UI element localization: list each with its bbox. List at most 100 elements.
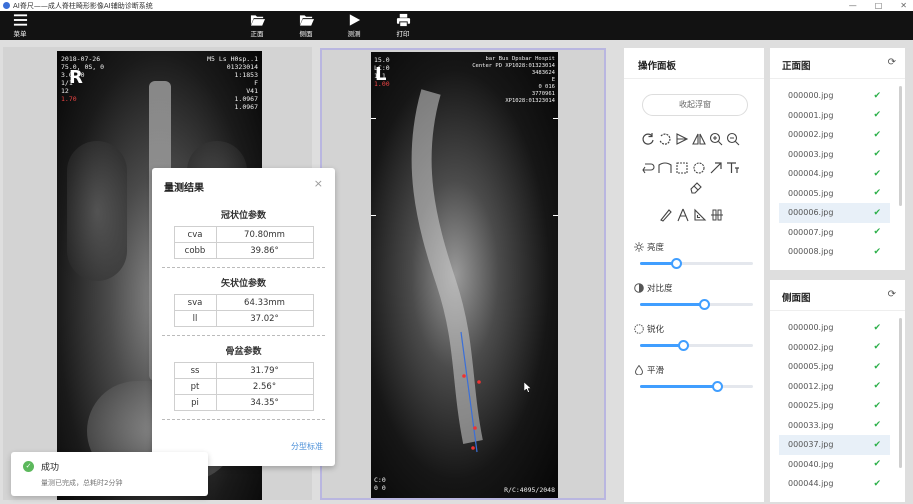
- compass-icon[interactable]: [676, 208, 690, 222]
- zoom-in-icon[interactable]: [709, 132, 723, 146]
- file-name: 000000.jpg: [788, 323, 834, 333]
- dialog-body: 冠状位参数 cva 70.80mm cobb 39.86° 矢状位参数 sva 64.33mm…: [152, 200, 335, 420]
- maximize-button[interactable]: □: [875, 0, 883, 11]
- file-list-item[interactable]: 000003.jpg ✔: [779, 145, 890, 165]
- ruler-tick: [371, 215, 376, 216]
- front-orientation-marker: R: [69, 67, 83, 88]
- file-list-item[interactable]: 000000.jpg ✔: [779, 318, 890, 338]
- dashed-divider: [162, 267, 325, 268]
- arrow-tool-icon[interactable]: [709, 161, 723, 175]
- param-table: sva 64.33mm ll 37.02°: [173, 294, 314, 327]
- rotate-ccw-icon[interactable]: [658, 132, 672, 146]
- flip-horizontal-icon[interactable]: [692, 132, 706, 146]
- sharpen-icon: [634, 324, 644, 334]
- file-list-item[interactable]: 000037.jpg ✔: [779, 435, 890, 455]
- file-list-item[interactable]: 000006.jpg ✔: [779, 203, 890, 223]
- operation-panel: 操作面板 收起浮窗 亮度 对比度 锐化 平滑: [624, 48, 764, 502]
- file-name: 000012.jpg: [788, 381, 834, 391]
- vertebra-icon[interactable]: [710, 208, 724, 222]
- param-value: 34.35°: [215, 394, 314, 411]
- file-list-item[interactable]: 000004.jpg ✔: [779, 164, 890, 184]
- measure-label: 测测: [347, 30, 361, 38]
- print-button[interactable]: 打印: [388, 13, 418, 38]
- ruler-pen-icon[interactable]: [659, 208, 673, 222]
- slider-knob[interactable]: [677, 340, 689, 351]
- measure-button[interactable]: 测测: [339, 13, 369, 38]
- file-list-item[interactable]: 000000.jpg ✔: [779, 86, 890, 106]
- file-list-item[interactable]: 000002.jpg ✔: [779, 338, 890, 358]
- file-name: 000004.jpg: [788, 169, 834, 179]
- close-window-button[interactable]: ✕: [900, 0, 907, 11]
- file-list-item[interactable]: 000025.jpg ✔: [779, 396, 890, 416]
- classification-standard-link[interactable]: 分型标准: [291, 441, 323, 452]
- param-value: 64.33mm: [215, 294, 314, 311]
- rotate-cw-icon[interactable]: [641, 132, 655, 146]
- side-label: 侧面: [299, 30, 313, 38]
- ruler-tick: [553, 118, 558, 119]
- file-list-item[interactable]: 000033.jpg ✔: [779, 416, 890, 436]
- side-image-viewer[interactable]: 15.0 LC:0 1 1 1.00 bar Bus Dpsbar Hospit Cen…: [320, 48, 606, 500]
- param-row: cva 70.80mm: [173, 226, 314, 243]
- ellipse-tool-icon[interactable]: [692, 161, 706, 175]
- open-front-button[interactable]: 正面: [242, 13, 272, 38]
- close-icon[interactable]: ×: [314, 177, 323, 190]
- flip-vertical-icon[interactable]: [675, 132, 689, 146]
- smooth-slider[interactable]: 平滑: [634, 364, 756, 392]
- select-box-icon[interactable]: [675, 161, 689, 175]
- file-list-item[interactable]: 000007.jpg ✔: [779, 223, 890, 243]
- param-value: 37.02°: [215, 310, 314, 327]
- zoom-out-icon[interactable]: [726, 132, 740, 146]
- ruler-tick: [371, 118, 376, 119]
- menu-button[interactable]: 菜单: [5, 13, 35, 38]
- param-section-title: 骨盆参数: [225, 347, 262, 357]
- file-name: 000007.jpg: [788, 227, 834, 237]
- side-meta-bottom-left: C:0 0 0: [374, 476, 386, 492]
- collapse-float-button[interactable]: 收起浮窗: [642, 94, 748, 116]
- file-list-item[interactable]: 000040.jpg ✔: [779, 455, 890, 475]
- param-key: pt: [173, 378, 217, 395]
- front-image-list-panel: 正面图 ⟳ 000000.jpg ✔ 000001.jpg ✔ 000002.jpg ✔ 0…: [770, 48, 905, 270]
- file-name: 000044.jpg: [788, 479, 834, 489]
- slider-knob[interactable]: [711, 381, 723, 392]
- slider-knob[interactable]: [671, 258, 683, 269]
- refresh-icon[interactable]: ⟳: [888, 289, 896, 300]
- undo-icon[interactable]: [641, 161, 655, 175]
- scrollbar[interactable]: [899, 86, 902, 206]
- open-side-button[interactable]: 侧面: [291, 13, 321, 38]
- file-list-item[interactable]: 000005.jpg ✔: [779, 184, 890, 204]
- file-name: 000033.jpg: [788, 420, 834, 430]
- droplet-icon: [634, 365, 644, 375]
- angle-curve-icon[interactable]: [658, 161, 672, 175]
- check-icon: ✔: [873, 361, 881, 372]
- sharpen-slider[interactable]: 锐化: [634, 323, 756, 351]
- param-row: pt 2.56°: [173, 378, 314, 395]
- file-name: 000037.jpg: [788, 440, 834, 450]
- minimize-button[interactable]: —: [849, 0, 857, 11]
- check-icon: ✔: [873, 207, 881, 218]
- mouse-cursor-icon: [524, 382, 532, 393]
- text-tool-icon[interactable]: [726, 161, 740, 175]
- file-list-item[interactable]: 000001.jpg ✔: [779, 106, 890, 126]
- refresh-icon[interactable]: ⟳: [888, 57, 896, 68]
- success-toast: ✓ 成功 量测已完成，总耗时2分钟: [11, 452, 208, 496]
- file-list-item[interactable]: 000044.jpg ✔: [779, 474, 890, 494]
- file-list-item[interactable]: 000002.jpg ✔: [779, 125, 890, 145]
- check-icon: ✔: [873, 400, 881, 411]
- eraser-icon[interactable]: [689, 180, 703, 194]
- slider-knob[interactable]: [699, 299, 711, 310]
- contrast-slider[interactable]: 对比度: [634, 282, 756, 310]
- brightness-label: 亮度: [647, 243, 665, 253]
- file-list-item[interactable]: 000012.jpg ✔: [779, 377, 890, 397]
- param-section-title: 冠状位参数: [220, 211, 266, 221]
- app-logo-icon: [3, 2, 10, 9]
- param-key: sva: [173, 294, 217, 311]
- triangle-ruler-icon[interactable]: [693, 208, 707, 222]
- tool-row-1: [641, 132, 740, 146]
- brightness-slider[interactable]: 亮度: [634, 241, 756, 269]
- printer-icon: [396, 13, 410, 27]
- file-list-item[interactable]: 000008.jpg ✔: [779, 242, 890, 262]
- file-list-item[interactable]: 000005.jpg ✔: [779, 357, 890, 377]
- scrollbar[interactable]: [899, 318, 902, 468]
- check-icon: ✔: [873, 342, 881, 353]
- file-name: 000001.jpg: [788, 110, 834, 120]
